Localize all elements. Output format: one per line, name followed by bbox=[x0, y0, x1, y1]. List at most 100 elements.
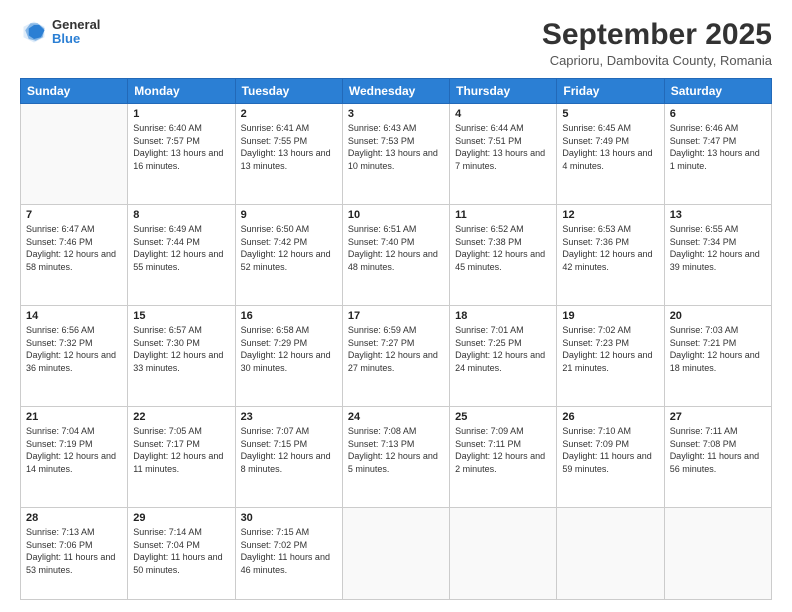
day-number: 23 bbox=[241, 411, 337, 423]
logo-general: General bbox=[52, 18, 100, 32]
day-number: 14 bbox=[26, 310, 122, 322]
col-thursday: Thursday bbox=[450, 79, 557, 104]
day-info: Sunrise: 7:14 AMSunset: 7:04 PMDaylight:… bbox=[133, 526, 229, 576]
day-info: Sunrise: 6:56 AMSunset: 7:32 PMDaylight:… bbox=[26, 324, 122, 374]
day-info: Sunrise: 6:49 AMSunset: 7:44 PMDaylight:… bbox=[133, 223, 229, 273]
day-number: 4 bbox=[455, 108, 551, 120]
day-info: Sunrise: 6:55 AMSunset: 7:34 PMDaylight:… bbox=[670, 223, 766, 273]
day-info: Sunrise: 6:50 AMSunset: 7:42 PMDaylight:… bbox=[241, 223, 337, 273]
day-number: 9 bbox=[241, 209, 337, 221]
day-number: 22 bbox=[133, 411, 229, 423]
day-number: 21 bbox=[26, 411, 122, 423]
day-info: Sunrise: 7:03 AMSunset: 7:21 PMDaylight:… bbox=[670, 324, 766, 374]
table-row bbox=[450, 508, 557, 600]
table-row: 24 Sunrise: 7:08 AMSunset: 7:13 PMDayligh… bbox=[342, 407, 449, 508]
table-row bbox=[664, 508, 771, 600]
day-info: Sunrise: 6:59 AMSunset: 7:27 PMDaylight:… bbox=[348, 324, 444, 374]
subtitle: Caprioru, Dambovita County, Romania bbox=[542, 53, 772, 68]
table-row: 1 Sunrise: 6:40 AMSunset: 7:57 PMDaylight… bbox=[128, 104, 235, 205]
day-info: Sunrise: 6:47 AMSunset: 7:46 PMDaylight:… bbox=[26, 223, 122, 273]
day-number: 28 bbox=[26, 512, 122, 524]
day-number: 12 bbox=[562, 209, 658, 221]
table-row: 28 Sunrise: 7:13 AMSunset: 7:06 PMDayligh… bbox=[21, 508, 128, 600]
table-row: 3 Sunrise: 6:43 AMSunset: 7:53 PMDaylight… bbox=[342, 104, 449, 205]
day-info: Sunrise: 7:13 AMSunset: 7:06 PMDaylight:… bbox=[26, 526, 122, 576]
col-friday: Friday bbox=[557, 79, 664, 104]
logo-blue: Blue bbox=[52, 32, 100, 46]
day-number: 16 bbox=[241, 310, 337, 322]
table-row: 5Sunrise: 6:45 AMSunset: 7:49 PMDaylight… bbox=[557, 104, 664, 205]
day-number: 19 bbox=[562, 310, 658, 322]
day-number: 29 bbox=[133, 512, 229, 524]
day-number: 20 bbox=[670, 310, 766, 322]
table-row: 10 Sunrise: 6:51 AMSunset: 7:40 PMDayligh… bbox=[342, 205, 449, 306]
logo-icon bbox=[20, 18, 48, 46]
day-info: Sunrise: 6:43 AMSunset: 7:53 PMDaylight:… bbox=[348, 122, 444, 172]
day-number: 30 bbox=[241, 512, 337, 524]
header: General Blue September 2025 Caprioru, Da… bbox=[20, 18, 772, 68]
day-info: Sunrise: 7:08 AMSunset: 7:13 PMDaylight:… bbox=[348, 425, 444, 475]
day-info: Sunrise: 6:40 AMSunset: 7:57 PMDaylight:… bbox=[133, 122, 229, 172]
day-number: 1 bbox=[133, 108, 229, 120]
title-section: September 2025 Caprioru, Dambovita Count… bbox=[542, 18, 772, 68]
day-info: Sunrise: 6:57 AMSunset: 7:30 PMDaylight:… bbox=[133, 324, 229, 374]
table-row: 2 Sunrise: 6:41 AMSunset: 7:55 PMDaylight… bbox=[235, 104, 342, 205]
day-info: Sunrise: 7:10 AMSunset: 7:09 PMDaylight:… bbox=[562, 425, 658, 475]
table-row: 4 Sunrise: 6:44 AMSunset: 7:51 PMDaylight… bbox=[450, 104, 557, 205]
table-row: 12 Sunrise: 6:53 AMSunset: 7:36 PMDayligh… bbox=[557, 205, 664, 306]
day-number: 15 bbox=[133, 310, 229, 322]
table-row bbox=[557, 508, 664, 600]
day-number: 13 bbox=[670, 209, 766, 221]
day-number: 2 bbox=[241, 108, 337, 120]
day-info: Sunrise: 6:44 AMSunset: 7:51 PMDaylight:… bbox=[455, 122, 551, 172]
day-number: 8 bbox=[133, 209, 229, 221]
day-info: Sunrise: 7:07 AMSunset: 7:15 PMDaylight:… bbox=[241, 425, 337, 475]
table-row: 14 Sunrise: 6:56 AMSunset: 7:32 PMDayligh… bbox=[21, 306, 128, 407]
day-number: 10 bbox=[348, 209, 444, 221]
day-info: Sunrise: 7:11 AMSunset: 7:08 PMDaylight:… bbox=[670, 425, 766, 475]
table-row bbox=[21, 104, 128, 205]
table-row: 6Sunrise: 6:46 AMSunset: 7:47 PMDaylight… bbox=[664, 104, 771, 205]
day-info: Sunrise: 6:46 AMSunset: 7:47 PMDaylight:… bbox=[670, 122, 766, 172]
table-row bbox=[342, 508, 449, 600]
day-info: Sunrise: 6:45 AMSunset: 7:49 PMDaylight:… bbox=[562, 122, 658, 172]
day-info: Sunrise: 7:05 AMSunset: 7:17 PMDaylight:… bbox=[133, 425, 229, 475]
day-info: Sunrise: 6:53 AMSunset: 7:36 PMDaylight:… bbox=[562, 223, 658, 273]
table-row: 27 Sunrise: 7:11 AMSunset: 7:08 PMDayligh… bbox=[664, 407, 771, 508]
calendar-page: General Blue September 2025 Caprioru, Da… bbox=[0, 0, 792, 612]
logo-text: General Blue bbox=[52, 18, 100, 47]
day-info: Sunrise: 6:58 AMSunset: 7:29 PMDaylight:… bbox=[241, 324, 337, 374]
col-tuesday: Tuesday bbox=[235, 79, 342, 104]
col-monday: Monday bbox=[128, 79, 235, 104]
day-number: 27 bbox=[670, 411, 766, 423]
month-title: September 2025 bbox=[542, 18, 772, 51]
table-row: 16 Sunrise: 6:58 AMSunset: 7:29 PMDayligh… bbox=[235, 306, 342, 407]
table-row: 26Sunrise: 7:10 AMSunset: 7:09 PMDayligh… bbox=[557, 407, 664, 508]
col-sunday: Sunday bbox=[21, 79, 128, 104]
day-number: 11 bbox=[455, 209, 551, 221]
day-number: 7 bbox=[26, 209, 122, 221]
calendar-table: Sunday Monday Tuesday Wednesday Thursday… bbox=[20, 78, 772, 600]
table-row: 23 Sunrise: 7:07 AMSunset: 7:15 PMDayligh… bbox=[235, 407, 342, 508]
day-number: 24 bbox=[348, 411, 444, 423]
table-row: 17Sunrise: 6:59 AMSunset: 7:27 PMDayligh… bbox=[342, 306, 449, 407]
day-number: 3 bbox=[348, 108, 444, 120]
table-row: 20 Sunrise: 7:03 AMSunset: 7:21 PMDayligh… bbox=[664, 306, 771, 407]
day-info: Sunrise: 6:52 AMSunset: 7:38 PMDaylight:… bbox=[455, 223, 551, 273]
day-info: Sunrise: 7:15 AMSunset: 7:02 PMDaylight:… bbox=[241, 526, 337, 576]
table-row: 25Sunrise: 7:09 AMSunset: 7:11 PMDayligh… bbox=[450, 407, 557, 508]
table-row: 21 Sunrise: 7:04 AMSunset: 7:19 PMDayligh… bbox=[21, 407, 128, 508]
table-row: 19 Sunrise: 7:02 AMSunset: 7:23 PMDayligh… bbox=[557, 306, 664, 407]
col-wednesday: Wednesday bbox=[342, 79, 449, 104]
table-row: 8 Sunrise: 6:49 AMSunset: 7:44 PMDaylight… bbox=[128, 205, 235, 306]
day-info: Sunrise: 6:41 AMSunset: 7:55 PMDaylight:… bbox=[241, 122, 337, 172]
day-number: 25 bbox=[455, 411, 551, 423]
table-row: 9 Sunrise: 6:50 AMSunset: 7:42 PMDaylight… bbox=[235, 205, 342, 306]
day-info: Sunrise: 7:02 AMSunset: 7:23 PMDaylight:… bbox=[562, 324, 658, 374]
day-info: Sunrise: 7:04 AMSunset: 7:19 PMDaylight:… bbox=[26, 425, 122, 475]
day-info: Sunrise: 7:01 AMSunset: 7:25 PMDaylight:… bbox=[455, 324, 551, 374]
logo: General Blue bbox=[20, 18, 100, 47]
day-info: Sunrise: 6:51 AMSunset: 7:40 PMDaylight:… bbox=[348, 223, 444, 273]
calendar-header-row: Sunday Monday Tuesday Wednesday Thursday… bbox=[21, 79, 772, 104]
table-row: 7 Sunrise: 6:47 AMSunset: 7:46 PMDaylight… bbox=[21, 205, 128, 306]
